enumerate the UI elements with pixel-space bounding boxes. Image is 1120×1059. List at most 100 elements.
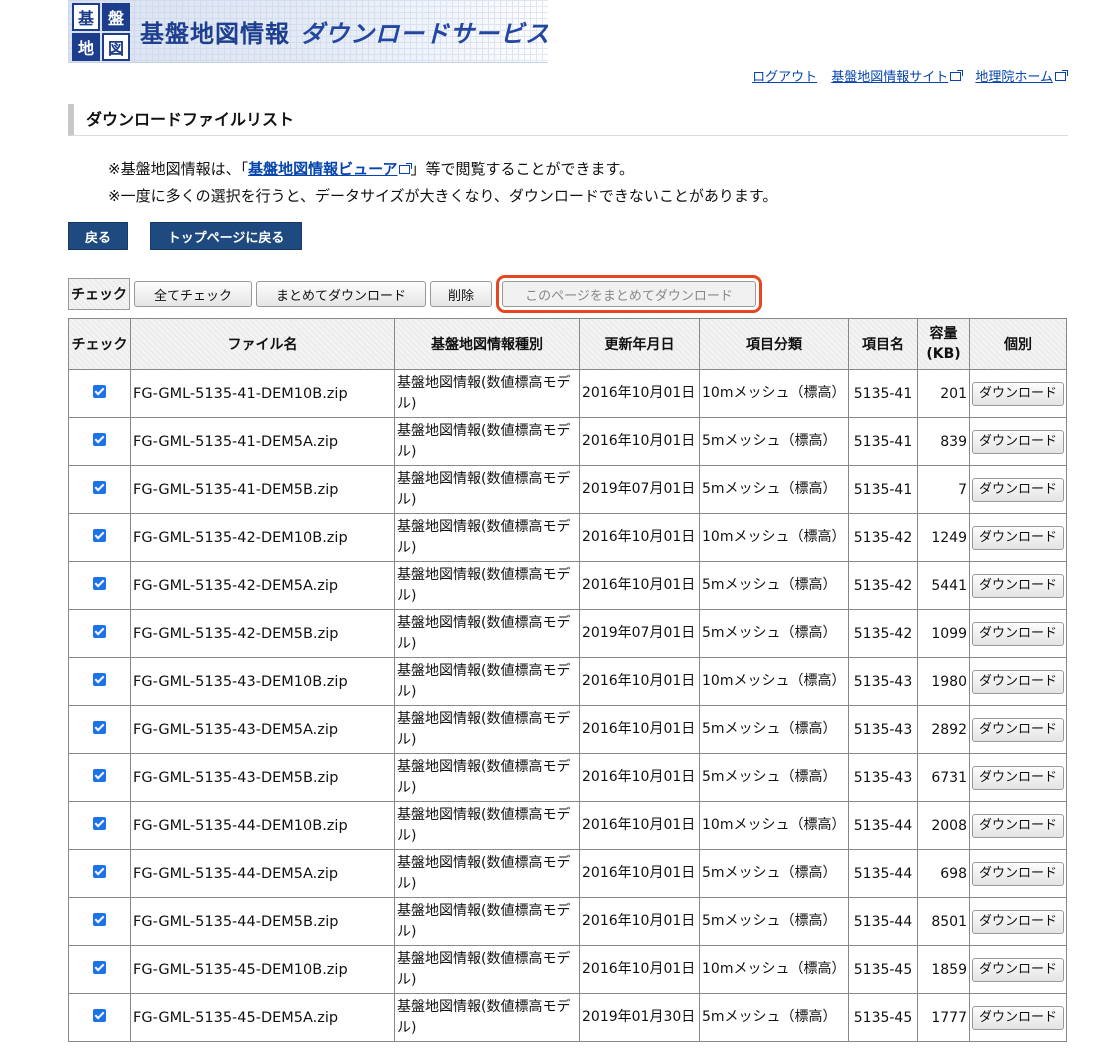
gsi-home-link[interactable]: 地理院ホーム <box>975 70 1068 85</box>
bulk-download-button[interactable]: まとめてダウンロード <box>256 281 426 307</box>
back-button[interactable]: 戻る <box>68 222 128 250</box>
row-filename: FG-GML-5135-44-DEM10B.zip <box>130 801 395 850</box>
row-download-button[interactable]: ダウンロード <box>972 621 1064 646</box>
row-check-cell <box>68 465 131 514</box>
table-row: FG-GML-5135-41-DEM5B.zip 基盤地図情報(数値標高モデル) 2… <box>68 465 1067 514</box>
row-category: 10mメッシュ（標高） <box>699 369 849 418</box>
row-download-cell: ダウンロード <box>969 369 1067 418</box>
table-row: FG-GML-5135-43-DEM10B.zip 基盤地図情報(数値標高モデル)… <box>68 657 1067 706</box>
row-checkbox[interactable] <box>93 865 106 878</box>
row-checkbox[interactable] <box>93 625 106 638</box>
row-category: 5mメッシュ（標高） <box>699 705 849 754</box>
row-download-cell: ダウンロード <box>969 609 1067 658</box>
row-download-button[interactable]: ダウンロード <box>972 1005 1064 1030</box>
row-date: 2016年10月01日 <box>579 369 700 418</box>
row-item: 5135-42 <box>848 561 918 610</box>
row-download-button[interactable]: ダウンロード <box>972 429 1064 454</box>
row-kind: 基盤地図情報(数値標高モデル) <box>394 945 580 994</box>
row-category: 5mメッシュ（標高） <box>699 561 849 610</box>
row-download-button[interactable]: ダウンロード <box>972 861 1064 886</box>
row-check-cell <box>68 849 131 898</box>
row-kind: 基盤地図情報(数値標高モデル) <box>394 801 580 850</box>
row-checkbox[interactable] <box>93 481 106 494</box>
row-size: 1980 <box>917 657 970 706</box>
table-row: FG-GML-5135-44-DEM10B.zip 基盤地図情報(数値標高モデル)… <box>68 801 1067 850</box>
table-row: FG-GML-5135-41-DEM5A.zip 基盤地図情報(数値標高モデル) 2… <box>68 417 1067 466</box>
row-checkbox[interactable] <box>93 769 106 782</box>
note-line-2: ※一度に多くの選択を行うと、データサイズが大きくなり、ダウンロードできないことが… <box>108 187 778 205</box>
row-download-button[interactable]: ダウンロード <box>972 381 1064 406</box>
row-check-cell <box>68 417 131 466</box>
logout-link[interactable]: ログアウト <box>752 70 817 85</box>
row-checkbox[interactable] <box>93 529 106 542</box>
row-kind: 基盤地図情報(数値標高モデル) <box>394 561 580 610</box>
row-category: 5mメッシュ（標高） <box>699 753 849 802</box>
row-kind: 基盤地図情報(数値標高モデル) <box>394 417 580 466</box>
row-date: 2016年10月01日 <box>579 705 700 754</box>
table-row: FG-GML-5135-44-DEM5B.zip 基盤地図情報(数値標高モデル) 2… <box>68 897 1067 946</box>
row-checkbox[interactable] <box>93 433 106 446</box>
row-download-button[interactable]: ダウンロード <box>972 717 1064 742</box>
row-checkbox[interactable] <box>93 673 106 686</box>
table-row: FG-GML-5135-41-DEM10B.zip 基盤地図情報(数値標高モデル)… <box>68 369 1067 418</box>
row-checkbox[interactable] <box>93 961 106 974</box>
row-size: 1099 <box>917 609 970 658</box>
row-checkbox[interactable] <box>93 1009 106 1022</box>
row-date: 2016年10月01日 <box>579 801 700 850</box>
row-download-button[interactable]: ダウンロード <box>972 765 1064 790</box>
external-link-icon <box>399 163 413 174</box>
note-line-1-suffix: 」等で閲覧することができます。 <box>410 160 634 178</box>
row-item: 5135-41 <box>848 369 918 418</box>
row-download-button[interactable]: ダウンロード <box>972 909 1064 934</box>
row-download-button[interactable]: ダウンロード <box>972 525 1064 550</box>
row-download-cell: ダウンロード <box>969 657 1067 706</box>
row-item: 5135-42 <box>848 513 918 562</box>
row-download-button[interactable]: ダウンロード <box>972 813 1064 838</box>
notes: ※基盤地図情報は、「基盤地図情報ビューア 」等で閲覧することができます。 ※一度に… <box>108 156 777 210</box>
row-date: 2016年10月01日 <box>579 945 700 994</box>
check-all-button[interactable]: 全てチェック <box>134 281 252 307</box>
table-header-row: チェック ファイル名 基盤地図情報種別 更新年月日 項目分類 項目名 容量(KB… <box>68 318 1067 370</box>
row-size: 2008 <box>917 801 970 850</box>
row-kind: 基盤地図情報(数値標高モデル) <box>394 849 580 898</box>
row-download-button[interactable]: ダウンロード <box>972 669 1064 694</box>
row-filename: FG-GML-5135-44-DEM5B.zip <box>130 897 395 946</box>
row-filename: FG-GML-5135-45-DEM5A.zip <box>130 993 395 1042</box>
viewer-link[interactable]: 基盤地図情報ビューア <box>248 160 413 178</box>
row-checkbox[interactable] <box>93 385 106 398</box>
row-filename: FG-GML-5135-42-DEM10B.zip <box>130 513 395 562</box>
row-item: 5135-41 <box>848 417 918 466</box>
gsi-home-link-label: 地理院ホーム <box>975 70 1053 85</box>
row-checkbox[interactable] <box>93 817 106 830</box>
row-download-button[interactable]: ダウンロード <box>972 573 1064 598</box>
row-filename: FG-GML-5135-45-DEM10B.zip <box>130 945 395 994</box>
kiban-site-link[interactable]: 基盤地図情報サイト <box>831 70 964 85</box>
note-line-1-prefix: ※基盤地図情報は、「 <box>108 160 249 178</box>
row-download-button[interactable]: ダウンロード <box>972 957 1064 982</box>
table-row: FG-GML-5135-44-DEM5A.zip 基盤地図情報(数値標高モデル) 2… <box>68 849 1067 898</box>
row-category: 5mメッシュ（標高） <box>699 465 849 514</box>
row-check-cell <box>68 513 131 562</box>
external-link-icon <box>950 70 964 81</box>
row-download-cell: ダウンロード <box>969 849 1067 898</box>
row-filename: FG-GML-5135-43-DEM10B.zip <box>130 657 395 706</box>
row-download-button[interactable]: ダウンロード <box>972 477 1064 502</box>
table-row: FG-GML-5135-42-DEM5B.zip 基盤地図情報(数値標高モデル) 2… <box>68 609 1067 658</box>
page-download-button[interactable]: このページをまとめてダウンロード <box>496 275 762 313</box>
row-checkbox[interactable] <box>93 577 106 590</box>
row-checkbox[interactable] <box>93 913 106 926</box>
row-size: 1249 <box>917 513 970 562</box>
check-label: チェック <box>68 278 130 310</box>
row-category: 5mメッシュ（標高） <box>699 849 849 898</box>
top-page-button[interactable]: トップページに戻る <box>150 222 302 250</box>
row-date: 2019年07月01日 <box>579 465 700 514</box>
row-filename: FG-GML-5135-41-DEM10B.zip <box>130 369 395 418</box>
row-checkbox[interactable] <box>93 721 106 734</box>
row-check-cell <box>68 369 131 418</box>
delete-button[interactable]: 削除 <box>430 281 492 307</box>
row-date: 2016年10月01日 <box>579 513 700 562</box>
logo-char: 盤 <box>102 3 130 31</box>
row-filename: FG-GML-5135-44-DEM5A.zip <box>130 849 395 898</box>
row-date: 2016年10月01日 <box>579 849 700 898</box>
header-filename: ファイル名 <box>130 318 395 370</box>
